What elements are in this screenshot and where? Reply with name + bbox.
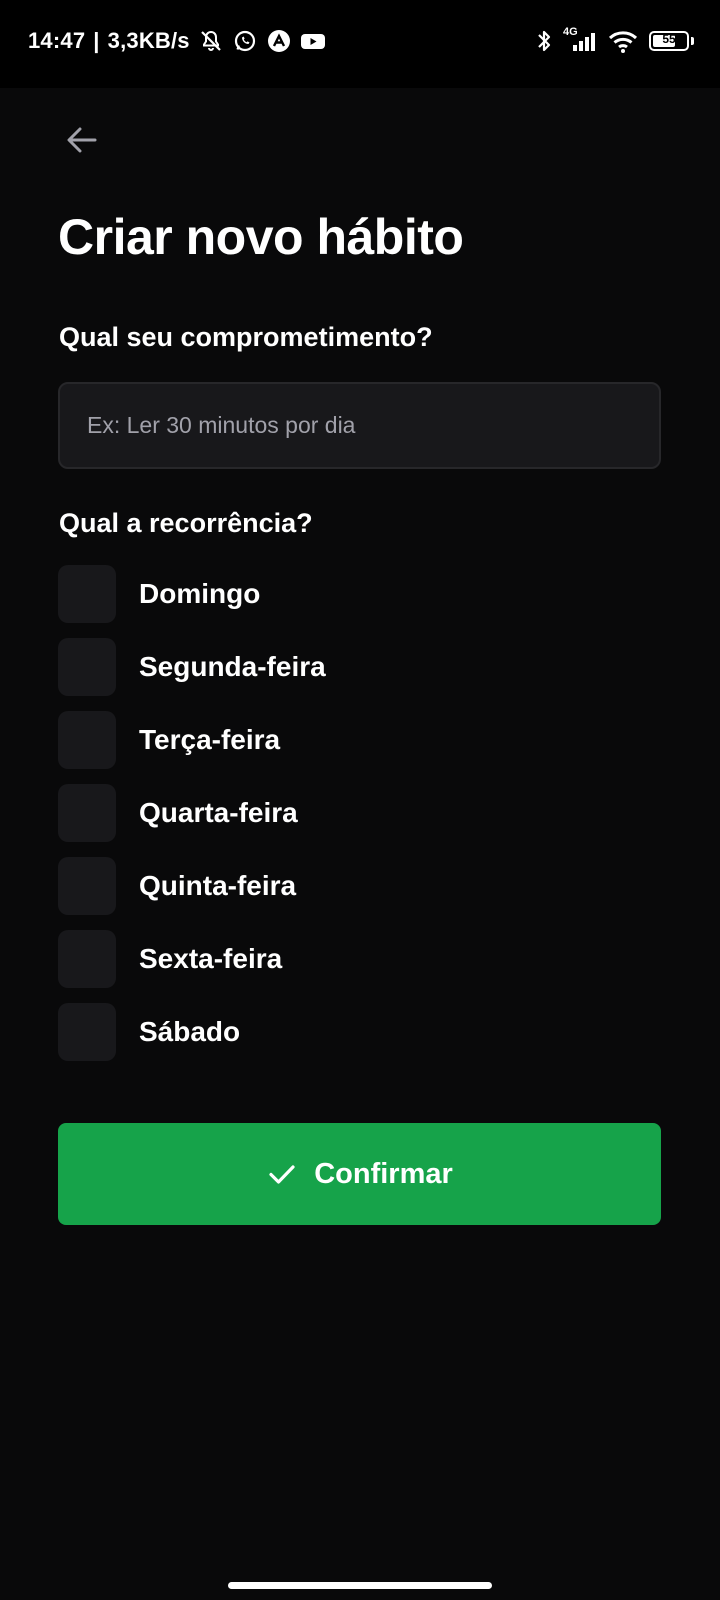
status-net-speed: 3,3KB/s bbox=[107, 28, 190, 53]
weekday-item-terca[interactable]: Terça-feira bbox=[58, 711, 326, 769]
weekday-item-domingo[interactable]: Domingo bbox=[58, 565, 326, 623]
weekday-label: Domingo bbox=[139, 578, 261, 609]
wifi-icon bbox=[607, 28, 639, 54]
weekday-item-segunda[interactable]: Segunda-feira bbox=[58, 638, 326, 696]
weekday-list: Domingo Segunda-feira Terça-feira Quarta… bbox=[58, 565, 326, 1076]
arrow-left-icon bbox=[67, 127, 97, 153]
confirm-label: Confirmar bbox=[314, 1157, 453, 1190]
confirm-button[interactable]: Confirmar bbox=[58, 1123, 661, 1225]
page-title: Criar novo hábito bbox=[58, 209, 464, 265]
status-time: 14:47 bbox=[28, 28, 86, 53]
battery-cap bbox=[691, 37, 694, 45]
checkbox[interactable] bbox=[58, 711, 116, 769]
weekday-item-quarta[interactable]: Quarta-feira bbox=[58, 784, 326, 842]
weekday-item-quinta[interactable]: Quinta-feira bbox=[58, 857, 326, 915]
bell-muted-icon bbox=[198, 28, 224, 54]
status-right: 4G 55 bbox=[535, 26, 694, 54]
signal-icon: 4G bbox=[563, 26, 597, 54]
back-button[interactable] bbox=[58, 116, 106, 164]
status-bar: 14:47 | 3,3KB/s 4G 55 bbox=[0, 0, 720, 88]
whatsapp-icon bbox=[232, 28, 258, 54]
app-a-icon bbox=[266, 28, 292, 54]
bluetooth-icon bbox=[535, 28, 553, 54]
weekday-label: Segunda-feira bbox=[139, 651, 326, 682]
commitment-label: Qual seu comprometimento? bbox=[59, 322, 433, 352]
status-left: 14:47 | 3,3KB/s bbox=[28, 28, 326, 54]
weekday-item-sexta[interactable]: Sexta-feira bbox=[58, 930, 326, 988]
weekday-label: Sábado bbox=[139, 1016, 241, 1047]
weekday-label: Quarta-feira bbox=[139, 797, 298, 828]
battery-icon: 55 bbox=[649, 31, 689, 51]
commitment-input[interactable] bbox=[58, 382, 661, 469]
check-icon bbox=[269, 1165, 295, 1184]
battery-level: 55 bbox=[662, 32, 676, 46]
weekday-label: Sexta-feira bbox=[139, 943, 283, 974]
status-separator: | bbox=[93, 28, 100, 53]
checkbox[interactable] bbox=[58, 784, 116, 842]
checkbox[interactable] bbox=[58, 565, 116, 623]
checkbox[interactable] bbox=[58, 638, 116, 696]
checkbox[interactable] bbox=[58, 930, 116, 988]
home-indicator[interactable] bbox=[228, 1582, 492, 1589]
recurrence-label: Qual a recorrência? bbox=[59, 508, 313, 538]
checkbox[interactable] bbox=[58, 1003, 116, 1061]
weekday-label: Quinta-feira bbox=[139, 870, 297, 901]
youtube-icon bbox=[300, 28, 326, 54]
weekday-label: Terça-feira bbox=[139, 724, 281, 755]
weekday-item-sabado[interactable]: Sábado bbox=[58, 1003, 326, 1061]
checkbox[interactable] bbox=[58, 857, 116, 915]
